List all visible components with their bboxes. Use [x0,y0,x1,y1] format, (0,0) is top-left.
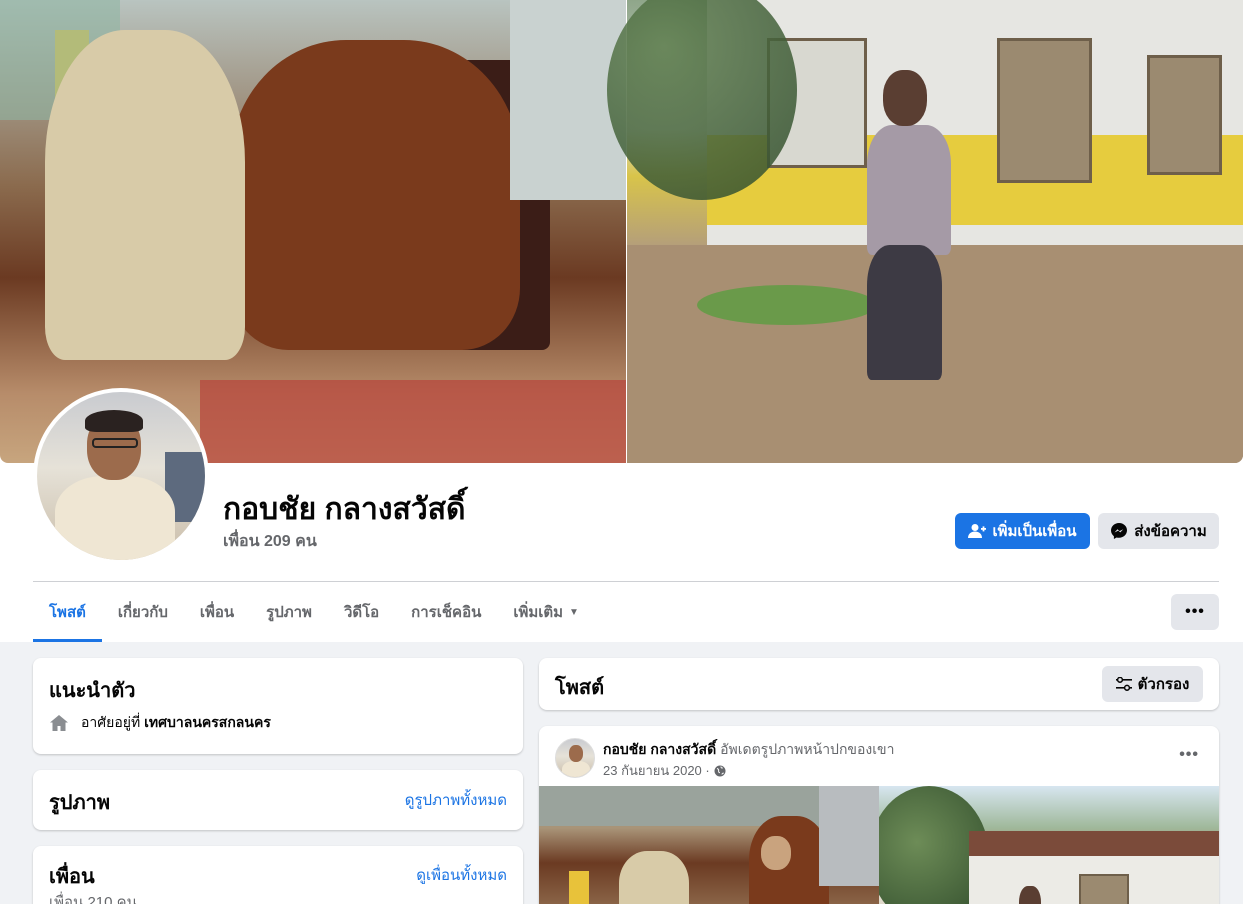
tab-posts[interactable]: โพสต์ [33,582,102,642]
post-photo-left[interactable] [539,786,879,904]
tab-videos[interactable]: วิดีโอ [328,582,395,642]
lives-in-place[interactable]: เทศบาลนครสกลนคร [144,714,271,730]
messenger-icon [1111,523,1128,539]
home-icon [50,715,68,731]
more-options-button[interactable]: ••• [1171,594,1219,630]
tab-label: วิดีโอ [343,604,380,621]
filter-icon [1115,677,1132,691]
intro-card: แนะนำตัว อาศัยอยู่ที่ เทศบาลนครสกลนคร [33,658,523,754]
post-author-name[interactable]: กอบชัย กลางสวัสดิ์ [603,741,716,757]
see-all-photos-link[interactable]: ดูรูปภาพทั้งหมด [405,788,507,812]
message-label: ส่งข้อความ [1134,523,1207,540]
post-photo-right[interactable] [879,786,1219,904]
tab-checkins[interactable]: การเช็คอิน [395,582,497,642]
post-date[interactable]: 23 กันยายน 2020 · [603,760,710,781]
cover-photo-right [607,0,1243,463]
caret-down-icon: ▼ [569,606,579,618]
see-all-friends-link[interactable]: ดูเพื่อนทั้งหมด [416,863,507,887]
post-action: อัพเดตรูปภาพหน้าปกของเขา [720,741,895,757]
intro-title: แนะนำตัว [49,680,136,702]
tab-label: การเช็คอิน [411,604,482,621]
tab-about[interactable]: เกี่ยวกับ [102,582,184,642]
post-author-line: กอบชัย กลางสวัสดิ์ อัพเดตรูปภาพหน้าปกของ… [603,739,894,761]
profile-name: กอบชัย กลางสวัสดิ์ [223,493,466,526]
friends-count: เพื่อน 210 คน [49,894,137,904]
add-friend-button[interactable]: เพิ่มเป็นเพื่อน [955,513,1090,549]
tab-label: เพิ่มเติม [513,604,564,621]
profile-header: กอบชัย กลางสวัสดิ์ เพื่อน 209 คน เพิ่มเป… [0,0,1243,642]
posts-title: โพสต์ [555,677,605,699]
post-card: กอบชัย กลางสวัสดิ์ อัพเดตรูปภาพหน้าปกของ… [539,726,1219,904]
lives-in-prefix: อาศัยอยู่ที่ [81,714,141,730]
tab-label: โพสต์ [49,604,86,621]
post-more-button[interactable]: ••• [1179,746,1199,764]
photos-card: รูปภาพ ดูรูปภาพทั้งหมด [33,770,523,830]
add-friend-label: เพิ่มเป็นเพื่อน [992,523,1077,540]
globe-icon [714,765,726,776]
tab-label: เกี่ยวกับ [117,604,168,621]
post-meta: 23 กันยายน 2020 · [603,760,726,781]
photos-title: รูปภาพ [49,792,111,814]
message-button[interactable]: ส่งข้อความ [1098,513,1219,549]
friends-title: เพื่อน [49,866,95,888]
tab-photos[interactable]: รูปภาพ [250,582,328,642]
friends-card: เพื่อน ดูเพื่อนทั้งหมด เพื่อน 210 คน [33,846,523,904]
tab-label: รูปภาพ [266,604,312,621]
friend-count[interactable]: เพื่อน 209 คน [223,529,317,554]
cover-photo[interactable] [0,0,1243,463]
post-author-avatar[interactable] [555,738,595,778]
tab-friends[interactable]: เพื่อน [184,582,250,642]
profile-avatar[interactable] [33,388,209,564]
lives-in-row: อาศัยอยู่ที่ เทศบาลนครสกลนคร [49,712,271,734]
tab-more[interactable]: เพิ่มเติม ▼ [497,582,595,642]
filter-button[interactable]: ตัวกรอง [1102,666,1203,702]
add-friend-icon [968,524,987,538]
filter-label: ตัวกรอง [1137,676,1190,693]
tab-label: เพื่อน [199,604,235,621]
profile-tabs: โพสต์ เกี่ยวกับ เพื่อน รูปภาพ วิดีโอ การ… [33,582,595,642]
posts-header: โพสต์ ตัวกรอง [539,658,1219,710]
